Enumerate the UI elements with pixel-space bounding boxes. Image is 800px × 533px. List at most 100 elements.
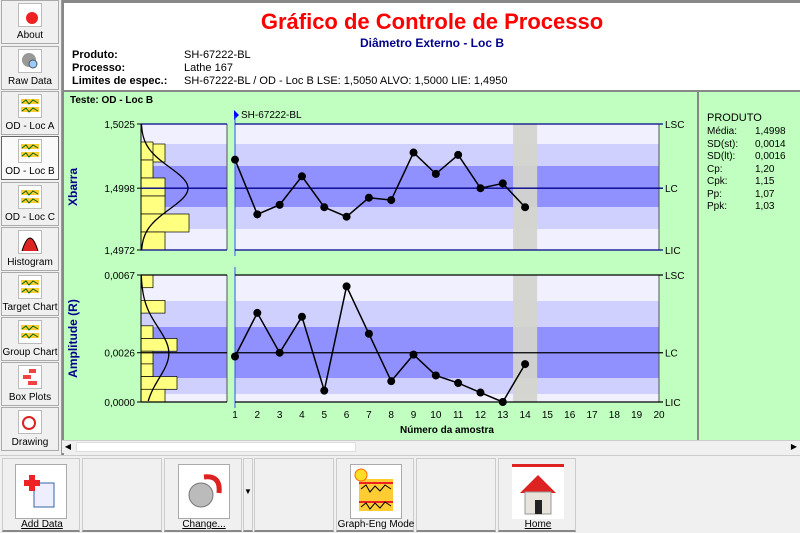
x-tick-label: 18: [609, 410, 621, 421]
data-point[interactable]: [297, 172, 306, 181]
histogram-bar: [140, 388, 166, 403]
y-axis-title: Amplitude (R): [66, 299, 80, 378]
data-point[interactable]: [521, 203, 530, 212]
data-point[interactable]: [364, 329, 373, 338]
histogram-bar: [140, 274, 154, 289]
home-icon: [512, 464, 564, 519]
graph-eng-mode-button[interactable]: Graph-Eng Mode: [336, 458, 414, 532]
x-tick-label: 9: [411, 410, 417, 421]
zone-band: [235, 166, 659, 207]
data-point[interactable]: [342, 212, 351, 221]
series-marker-label: SH-67222-BL: [241, 110, 302, 121]
x-tick-label: 1: [232, 410, 238, 421]
zone-band: [235, 378, 659, 394]
x-tick-label: 16: [564, 410, 576, 421]
x-tick-label: 5: [321, 410, 327, 421]
data-point[interactable]: [521, 360, 530, 369]
y-tick-label: 0,0026: [104, 349, 135, 360]
x-tick-label: 7: [366, 410, 372, 421]
x-tick-label: 20: [653, 410, 665, 421]
data-point[interactable]: [320, 386, 329, 395]
add-data-button[interactable]: Add Data: [2, 458, 80, 532]
zone-band: [235, 207, 659, 229]
x-tick-label: 6: [344, 410, 350, 421]
graph-eng-mode-icon: [350, 464, 402, 519]
x-tick-label: 10: [430, 410, 442, 421]
x-tick-label: 15: [542, 410, 554, 421]
histogram-bar: [140, 177, 166, 197]
limit-label-lic: LIC: [665, 398, 681, 409]
data-point[interactable]: [454, 150, 463, 159]
bottom-toolbar: Add Data Change... ▼ Graph-Eng Mode Home: [0, 455, 800, 533]
data-point[interactable]: [409, 148, 418, 157]
y-tick-label: 0,0067: [104, 271, 135, 282]
data-point[interactable]: [297, 312, 306, 321]
x-axis-title: Número da amostra: [400, 425, 494, 436]
data-point[interactable]: [498, 179, 507, 188]
x-tick-label: 11: [453, 410, 464, 421]
histogram-bar: [140, 338, 178, 352]
data-point[interactable]: [476, 388, 485, 397]
graph-eng-mode-label: Graph-Eng Mode: [337, 519, 415, 530]
y-tick-label: 1,4998: [104, 184, 135, 195]
x-tick-label: 14: [520, 410, 532, 421]
y-tick-label: 1,4972: [104, 246, 135, 257]
data-point[interactable]: [476, 184, 485, 193]
toolbar-spacer: [82, 458, 162, 532]
scroll-right-arrow-icon[interactable]: ▶: [788, 441, 800, 453]
zone-band: [141, 124, 227, 144]
data-point[interactable]: [253, 308, 262, 317]
highlight-overlay: [513, 275, 538, 402]
change-icon: [178, 464, 230, 519]
toolbar-spacer: [416, 458, 496, 532]
data-point[interactable]: [387, 196, 396, 205]
home-label: Home: [524, 519, 552, 530]
add-data-label: Add Data: [21, 519, 63, 530]
x-tick-label: 17: [586, 410, 598, 421]
highlight-overlay: [513, 124, 538, 250]
data-point[interactable]: [275, 200, 284, 209]
data-point[interactable]: [454, 379, 463, 388]
y-tick-label: 1,5025: [104, 120, 135, 131]
histogram-bar: [140, 159, 154, 179]
change-button[interactable]: Change...: [164, 458, 242, 532]
x-tick-label: 2: [255, 410, 261, 421]
horizontal-scrollbar[interactable]: ◀ ▶: [62, 440, 800, 453]
home-button[interactable]: Home: [498, 458, 576, 532]
limit-label-lsc: LSC: [665, 271, 684, 282]
change-dropdown-arrow-icon[interactable]: ▼: [243, 458, 253, 532]
add-data-icon: [15, 464, 67, 519]
data-point[interactable]: [253, 210, 262, 219]
data-point[interactable]: [275, 348, 284, 357]
zone-band: [235, 124, 659, 144]
x-tick-label: 4: [299, 410, 305, 421]
test-label: Teste: OD - Loc B: [70, 95, 153, 106]
data-point[interactable]: [431, 169, 440, 178]
zone-band: [141, 275, 227, 301]
data-point[interactable]: [231, 155, 239, 164]
data-point[interactable]: [364, 193, 373, 202]
toolbar-spacer: [254, 458, 334, 532]
zone-band: [235, 394, 659, 402]
data-point[interactable]: [409, 350, 418, 359]
data-point[interactable]: [431, 371, 440, 380]
data-point[interactable]: [498, 398, 507, 406]
x-tick-label: 13: [497, 410, 509, 421]
data-point[interactable]: [231, 352, 239, 361]
histogram-bar: [140, 300, 166, 314]
y-axis-title: Xbarra: [66, 168, 80, 206]
change-label: Change...: [182, 519, 226, 530]
data-point[interactable]: [387, 377, 396, 386]
histogram-bar: [140, 325, 154, 339]
zone-band: [235, 144, 659, 166]
scroll-thumb[interactable]: [76, 442, 356, 452]
x-tick-label: 12: [475, 410, 487, 421]
data-point[interactable]: [320, 203, 329, 212]
data-point[interactable]: [342, 282, 351, 291]
zone-band: [235, 229, 659, 250]
limit-label-lc: LC: [665, 184, 678, 195]
x-tick-label: 8: [388, 410, 394, 421]
y-tick-label: 0,0000: [104, 398, 135, 409]
limit-label-lsc: LSC: [665, 120, 684, 131]
scroll-left-arrow-icon[interactable]: ◀: [62, 441, 74, 453]
